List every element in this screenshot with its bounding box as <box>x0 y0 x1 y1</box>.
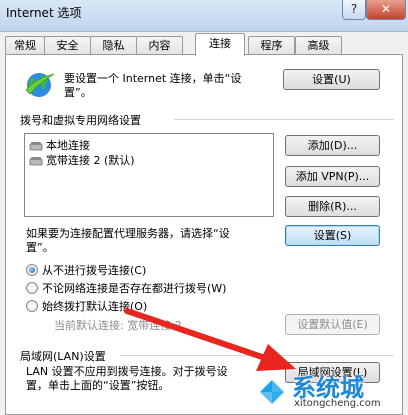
title-bar[interactable]: Internet 选项 ? ✕ <box>0 0 408 32</box>
setup-text-line1: 要设置一个 Internet 连接，单击“设 <box>64 72 242 85</box>
setup-button[interactable]: 设置(U) <box>283 69 380 90</box>
radio-label: 始终拨打默认连接(O) <box>42 300 148 313</box>
dialup-connection-icon <box>29 157 43 166</box>
watermark: 系统城 xitongcheng.com <box>250 358 408 415</box>
radio-button[interactable] <box>26 300 38 312</box>
dialup-group-divider <box>174 119 394 120</box>
window-title: Internet 选项 <box>6 6 82 20</box>
lan-text-line1: LAN 设置不应用到拨号连接。对于拨号设 <box>26 365 228 378</box>
radio-label: 不论网络连接是否存在都进行拨号(W) <box>42 282 227 295</box>
radio-always-dial-default[interactable]: 始终拨打默认连接(O) <box>26 299 147 314</box>
tab-content[interactable]: 内容 <box>136 36 183 55</box>
list-item[interactable]: 本地连接 <box>29 138 90 153</box>
watermark-url: xitongcheng.com <box>294 398 381 409</box>
tab-security[interactable]: 安全 <box>44 36 91 55</box>
set-default-button[interactable]: 设置默认值(E) <box>285 314 380 335</box>
lan-text-line2: 置，单击上面的“设置”按钮。 <box>26 379 170 392</box>
radio-button[interactable] <box>26 264 38 276</box>
add-button[interactable]: 添加(D)... <box>285 135 380 156</box>
proxy-text-line1: 如果要为连接配置代理服务器，请选择“设 <box>26 227 230 240</box>
tab-connections[interactable]: 连接 <box>195 33 245 56</box>
radio-button[interactable] <box>26 282 38 294</box>
current-default-value: 宽带连接 2 <box>127 319 182 332</box>
tab-advanced[interactable]: 高级 <box>295 36 342 55</box>
tab-programs[interactable]: 程序 <box>248 36 295 55</box>
connections-list[interactable]: 本地连接 宽带连接 2 (默认) <box>24 133 274 217</box>
radio-label: 从不进行拨号连接(C) <box>42 264 147 277</box>
dialup-group-title: 拨号和虚拟专用网络设置 <box>20 114 141 127</box>
dialup-settings-button[interactable]: 设置(S) <box>285 225 380 246</box>
delete-button[interactable]: 删除(R)... <box>285 196 380 217</box>
lan-description: LAN 设置不应用到拨号连接。对于拨号设 置，单击上面的“设置”按钮。 <box>26 365 228 393</box>
dialup-connection-icon <box>29 142 43 151</box>
tab-privacy[interactable]: 隐私 <box>90 36 137 55</box>
proxy-description: 如果要为连接配置代理服务器，请选择“设 置”。 <box>26 227 230 255</box>
radio-never-dial[interactable]: 从不进行拨号连接(C) <box>26 263 146 278</box>
tab-general[interactable]: 常规 <box>5 36 45 55</box>
list-item-label: 宽带连接 2 (默认) <box>46 154 135 167</box>
radio-dial-when-no-network[interactable]: 不论网络连接是否存在都进行拨号(W) <box>26 281 226 296</box>
lan-group-divider <box>120 355 394 356</box>
close-button[interactable]: ✕ <box>366 0 406 20</box>
lan-group-title: 局域网(LAN)设置 <box>20 350 106 363</box>
setup-text-line2: 置”。 <box>64 86 92 99</box>
current-default-row: 当前默认连接: 宽带连接 2 <box>54 319 182 333</box>
list-item-label: 本地连接 <box>46 139 90 152</box>
internet-globe-icon <box>25 73 55 97</box>
proxy-text-line2: 置”。 <box>26 241 54 254</box>
help-button[interactable]: ? <box>342 0 366 20</box>
list-item[interactable]: 宽带连接 2 (默认) <box>29 153 135 168</box>
add-vpn-button[interactable]: 添加 VPN(P)... <box>285 166 380 187</box>
current-default-label: 当前默认连接: <box>54 319 124 332</box>
setup-description: 要设置一个 Internet 连接，单击“设 置”。 <box>64 72 241 100</box>
windows-logo-icon <box>256 376 288 408</box>
